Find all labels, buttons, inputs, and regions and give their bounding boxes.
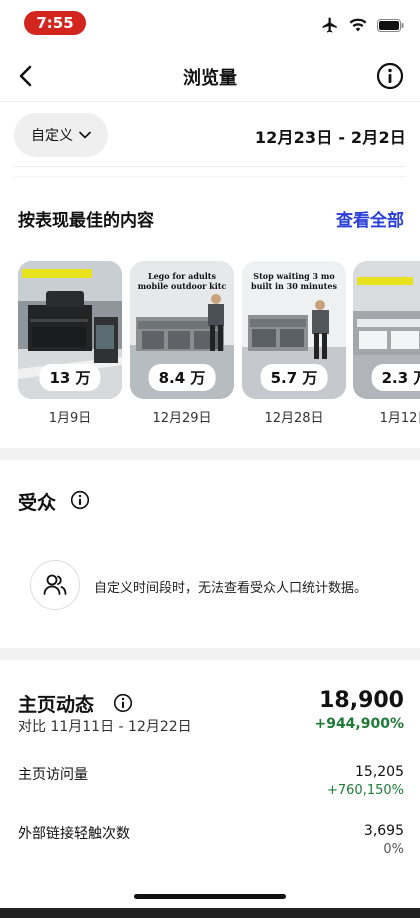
date-range: 12月23日 - 2月2日 <box>254 128 406 147</box>
svg-text:built in 30 minutes: built in 30 minutes <box>251 281 337 291</box>
people-icon <box>43 574 67 595</box>
section-divider <box>0 448 420 460</box>
content-thumbnail[interactable]: 2.3 万 <box>353 261 420 399</box>
content-date: 1月9日 <box>48 411 92 426</box>
content-date: 1月12日 <box>379 411 420 426</box>
metric-row[interactable]: 主页访问量 15,205 +760,150% <box>18 764 404 804</box>
info-icon[interactable] <box>70 490 90 510</box>
page-title: 浏览量 <box>183 68 237 89</box>
metric-label: 主页访问量 <box>18 767 88 783</box>
filter-row: 自定义 12月23日 - 2月2日 <box>0 104 420 168</box>
top-content-carousel[interactable]: 13 万 1月9日 Lego for adults mobile outdoor… <box>0 261 420 431</box>
audience-notice: 自定义时间段时，无法查看受众人口统计数据。 <box>30 560 390 612</box>
metric-row[interactable]: 外部链接轻触次数 3,695 0% <box>18 823 404 863</box>
metric-label: 外部链接轻触次数 <box>18 826 130 842</box>
svg-text:mobile outdoor kitc: mobile outdoor kitc <box>138 281 227 291</box>
content-date: 12月28日 <box>264 411 324 426</box>
views-badge: 8.4 万 <box>148 364 216 391</box>
bottom-strip <box>0 908 420 918</box>
chevron-down-icon <box>79 131 91 139</box>
wifi-icon <box>349 18 367 32</box>
activity-title: 主页动态 <box>18 694 95 716</box>
home-indicator <box>134 894 286 899</box>
date-filter-dropdown[interactable]: 自定义 <box>14 113 108 157</box>
info-icon[interactable] <box>376 62 404 90</box>
content-thumbnail[interactable]: Stop waiting 3 mo built in 30 minutes 5.… <box>242 261 346 399</box>
activity-total: 18,900 <box>319 688 404 713</box>
metric-value: 15,205 <box>355 764 404 780</box>
views-badge: 5.7 万 <box>260 364 328 391</box>
status-bar: 7:55 <box>0 0 420 50</box>
divider <box>14 176 406 177</box>
metric-value: 3,695 <box>363 823 404 839</box>
content-thumbnail[interactable]: Lego for adults mobile outdoor kitc 8.4 … <box>130 261 234 399</box>
audience-message: 自定义时间段时，无法查看受众人口统计数据。 <box>94 581 368 596</box>
see-all-link[interactable]: 查看全部 <box>336 206 404 231</box>
status-time: 7:55 <box>24 11 86 35</box>
svg-text:Stop waiting 3 mo: Stop waiting 3 mo <box>253 271 335 281</box>
audience-title: 受众 <box>18 492 57 514</box>
views-badge: 2.3 万 <box>371 364 420 391</box>
date-filter-label: 自定义 <box>31 128 73 144</box>
activity-compare-range: 对比 11月11日 - 12月22日 <box>18 719 192 735</box>
views-badge: 13 万 <box>39 364 101 391</box>
top-content-title: 按表现最佳的内容 <box>18 211 154 231</box>
audience-avatar <box>30 560 80 610</box>
content-thumbnail[interactable]: 13 万 <box>18 261 122 399</box>
section-divider <box>0 648 420 660</box>
nav-bar: 浏览量 <box>0 50 420 102</box>
status-icons <box>321 16 404 34</box>
battery-icon <box>377 18 404 32</box>
content-date: 12月29日 <box>152 411 212 426</box>
airplane-icon <box>322 17 337 33</box>
top-content-header: 按表现最佳的内容 查看全部 <box>18 206 404 231</box>
metric-change: 0% <box>383 842 404 857</box>
divider <box>14 166 406 167</box>
metric-change: +760,150% <box>326 783 404 798</box>
svg-text:Lego for adults: Lego for adults <box>148 271 217 281</box>
activity-change: +944,900% <box>314 716 404 732</box>
info-icon[interactable] <box>113 693 133 713</box>
